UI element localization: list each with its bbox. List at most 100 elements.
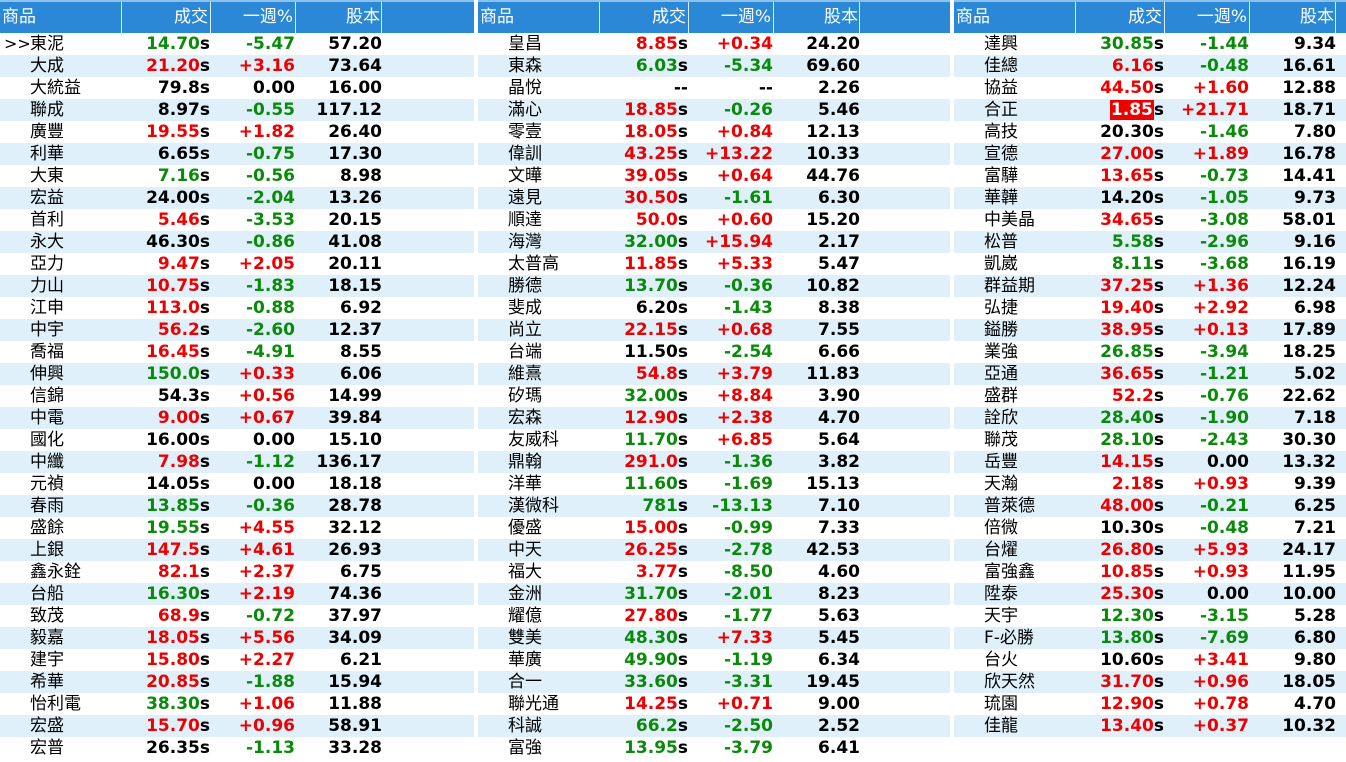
quote-row[interactable]: 富強鑫 10.85s +0.93 11.95 [954, 561, 1346, 583]
quote-row[interactable]: 弘捷 19.40s +2.92 6.98 [954, 297, 1346, 319]
quote-row[interactable]: 中宇 56.2s -2.60 12.37 [0, 319, 474, 341]
quote-row[interactable]: 富強 13.95s -3.79 6.41 [478, 737, 950, 759]
quote-row[interactable]: 大統益 79.8s 0.00 16.00 [0, 77, 474, 99]
quote-row[interactable]: 福大 3.77s -8.50 4.60 [478, 561, 950, 583]
column-header-name[interactable]: 商品 [956, 2, 1074, 33]
quote-row[interactable]: 鎰勝 38.95s +0.13 17.89 [954, 319, 1346, 341]
quote-row[interactable]: 大東 7.16s -0.56 8.98 [0, 165, 474, 187]
quote-row[interactable]: 凱崴 8.11s -3.68 16.19 [954, 253, 1346, 275]
quote-row[interactable]: 斐成 6.20s -1.43 8.38 [478, 297, 950, 319]
quote-row[interactable]: 倍微 10.30s -0.48 7.21 [954, 517, 1346, 539]
quote-row[interactable]: 喬福 16.45s -4.91 8.55 [0, 341, 474, 363]
quote-row[interactable]: 致茂 68.9s -0.72 37.97 [0, 605, 474, 627]
quote-row[interactable]: 皇昌 8.85s +0.34 24.20 [478, 33, 950, 55]
quote-row[interactable]: 合正 1.85s +21.71 18.71 [954, 99, 1346, 121]
quote-row[interactable]: 滿心 18.85s -0.26 5.46 [478, 99, 950, 121]
quote-row[interactable]: 維熹 54.8s +3.79 11.83 [478, 363, 950, 385]
column-header-capital[interactable]: 股本 [296, 2, 382, 33]
quote-row[interactable]: 普萊德 48.00s -0.21 6.25 [954, 495, 1346, 517]
quote-row[interactable]: 晶悅 -- -- 2.26 [478, 77, 950, 99]
quote-row[interactable]: 大成 21.20s +3.16 73.64 [0, 55, 474, 77]
quote-row[interactable]: 亞通 36.65s -1.21 5.02 [954, 363, 1346, 385]
quote-row[interactable]: 利華 6.65s -0.75 17.30 [0, 143, 474, 165]
quote-row[interactable]: 欣天然 31.70s +0.96 18.05 [954, 671, 1346, 693]
quote-row[interactable]: 永大 46.30s -0.86 41.08 [0, 231, 474, 253]
quote-row[interactable]: 友威科 11.70s +6.85 5.64 [478, 429, 950, 451]
quote-row[interactable]: 順達 50.0s +0.60 15.20 [478, 209, 950, 231]
quote-row[interactable]: 金洲 31.70s -2.01 8.23 [478, 583, 950, 605]
column-header-name[interactable]: 商品 [2, 2, 120, 33]
quote-row[interactable]: 中電 9.00s +0.67 39.84 [0, 407, 474, 429]
quote-row[interactable]: 遠見 30.50s -1.61 6.30 [478, 187, 950, 209]
column-header-capital[interactable]: 股本 [774, 2, 860, 33]
quote-row[interactable]: 宏益 24.00s -2.04 13.26 [0, 187, 474, 209]
quote-row[interactable]: 宏森 12.90s +2.38 4.70 [478, 407, 950, 429]
quote-row[interactable]: 宏普 26.35s -1.13 33.28 [0, 737, 474, 759]
quote-row[interactable]: 琉園 12.90s +0.78 4.70 [954, 693, 1346, 715]
quote-row[interactable]: 台船 16.30s +2.19 74.36 [0, 583, 474, 605]
quote-row[interactable]: >> 東泥 14.70s -5.47 57.20 [0, 33, 474, 55]
quote-row[interactable]: 達興 30.85s -1.44 9.34 [954, 33, 1346, 55]
quote-row[interactable]: 首利 5.46s -3.53 20.15 [0, 209, 474, 231]
quote-row[interactable]: 尚立 22.15s +0.68 7.55 [478, 319, 950, 341]
quote-row[interactable]: 台端 11.50s -2.54 6.66 [478, 341, 950, 363]
quote-row[interactable]: 希華 20.85s -1.88 15.94 [0, 671, 474, 693]
quote-row[interactable]: 聯成 8.97s -0.55 117.12 [0, 99, 474, 121]
quote-row[interactable]: 上銀 147.5s +4.61 26.93 [0, 539, 474, 561]
quote-row[interactable]: 元禎 14.05s 0.00 18.18 [0, 473, 474, 495]
quote-row[interactable]: 建宇 15.80s +2.27 6.21 [0, 649, 474, 671]
quote-row[interactable]: 詮欣 28.40s -1.90 7.18 [954, 407, 1346, 429]
quote-row[interactable]: 東森 6.03s -5.34 69.60 [478, 55, 950, 77]
quote-row[interactable]: 岳豐 14.15s 0.00 13.32 [954, 451, 1346, 473]
quote-row[interactable]: 科誠 66.2s -2.50 2.52 [478, 715, 950, 737]
quote-row[interactable]: 聯茂 28.10s -2.43 30.30 [954, 429, 1346, 451]
quote-row[interactable]: 伸興 150.0s +0.33 6.06 [0, 363, 474, 385]
column-header-weekly-change[interactable]: 一週% [689, 2, 773, 33]
column-header-weekly-change[interactable]: 一週% [211, 2, 295, 33]
quote-row[interactable]: 文曄 39.05s +0.64 44.76 [478, 165, 950, 187]
quote-row[interactable]: 盛群 52.2s -0.76 22.62 [954, 385, 1346, 407]
quote-row[interactable]: 天宇 12.30s -3.15 5.28 [954, 605, 1346, 627]
quote-row[interactable]: 盛餘 19.55s +4.55 32.12 [0, 517, 474, 539]
quote-row[interactable]: 信錦 54.3s +0.56 14.99 [0, 385, 474, 407]
quote-row[interactable]: 宣德 27.00s +1.89 16.78 [954, 143, 1346, 165]
quote-row[interactable]: 洋華 11.60s -1.69 15.13 [478, 473, 950, 495]
quote-row[interactable]: 宏盛 15.70s +0.96 58.91 [0, 715, 474, 737]
quote-row[interactable]: 天瀚 2.18s +0.93 9.39 [954, 473, 1346, 495]
quote-row[interactable]: 台火 10.60s +3.41 9.80 [954, 649, 1346, 671]
quote-row[interactable]: 江申 113.0s -0.88 6.92 [0, 297, 474, 319]
quote-row[interactable]: 力山 10.75s -1.83 18.15 [0, 275, 474, 297]
column-header-price[interactable]: 成交 [1076, 2, 1164, 33]
quote-row[interactable]: 亞力 9.47s +2.05 20.11 [0, 253, 474, 275]
quote-row[interactable]: 聯光通 14.25s +0.71 9.00 [478, 693, 950, 715]
quote-row[interactable]: 陞泰 25.30s 0.00 10.00 [954, 583, 1346, 605]
quote-row[interactable]: 華韡 14.20s -1.05 9.73 [954, 187, 1346, 209]
quote-row[interactable]: 中纖 7.98s -1.12 136.17 [0, 451, 474, 473]
quote-row[interactable]: 鑫永銓 82.1s +2.37 6.75 [0, 561, 474, 583]
quote-row[interactable]: 中美晶 34.65s -3.08 58.01 [954, 209, 1346, 231]
quote-row[interactable]: 富驊 13.65s -0.73 14.41 [954, 165, 1346, 187]
quote-row[interactable]: 台燿 26.80s +5.93 24.17 [954, 539, 1346, 561]
quote-row[interactable]: 中天 26.25s -2.78 42.53 [478, 539, 950, 561]
quote-row[interactable]: 春雨 13.85s -0.36 28.78 [0, 495, 474, 517]
quote-row[interactable]: 零壹 18.05s +0.84 12.13 [478, 121, 950, 143]
quote-row[interactable]: 太普高 11.85s +5.33 5.47 [478, 253, 950, 275]
quote-row[interactable]: 怡利電 38.30s +1.06 11.88 [0, 693, 474, 715]
quote-row[interactable]: 優盛 15.00s -0.99 7.33 [478, 517, 950, 539]
quote-row[interactable]: 華廣 49.90s -1.19 6.34 [478, 649, 950, 671]
quote-row[interactable]: 佳龍 13.40s +0.37 10.32 [954, 715, 1346, 737]
quote-row[interactable]: 群益期 37.25s +1.36 12.24 [954, 275, 1346, 297]
column-header-price[interactable]: 成交 [122, 2, 210, 33]
quote-row[interactable]: 業強 26.85s -3.94 18.25 [954, 341, 1346, 363]
quote-row[interactable]: 海灣 32.00s +15.94 2.17 [478, 231, 950, 253]
quote-row[interactable]: 雙美 48.30s +7.33 5.45 [478, 627, 950, 649]
column-header-capital[interactable]: 股本 [1250, 2, 1336, 33]
column-header-weekly-change[interactable]: 一週% [1165, 2, 1249, 33]
column-header-name[interactable]: 商品 [480, 2, 598, 33]
column-header-price[interactable]: 成交 [600, 2, 688, 33]
quote-row[interactable]: F-必勝 13.80s -7.69 6.80 [954, 627, 1346, 649]
quote-row[interactable]: 國化 16.00s 0.00 15.10 [0, 429, 474, 451]
quote-row[interactable]: 矽瑪 32.00s +8.84 3.90 [478, 385, 950, 407]
quote-row[interactable]: 佳總 6.16s -0.48 16.61 [954, 55, 1346, 77]
quote-row[interactable]: 協益 44.50s +1.60 12.88 [954, 77, 1346, 99]
